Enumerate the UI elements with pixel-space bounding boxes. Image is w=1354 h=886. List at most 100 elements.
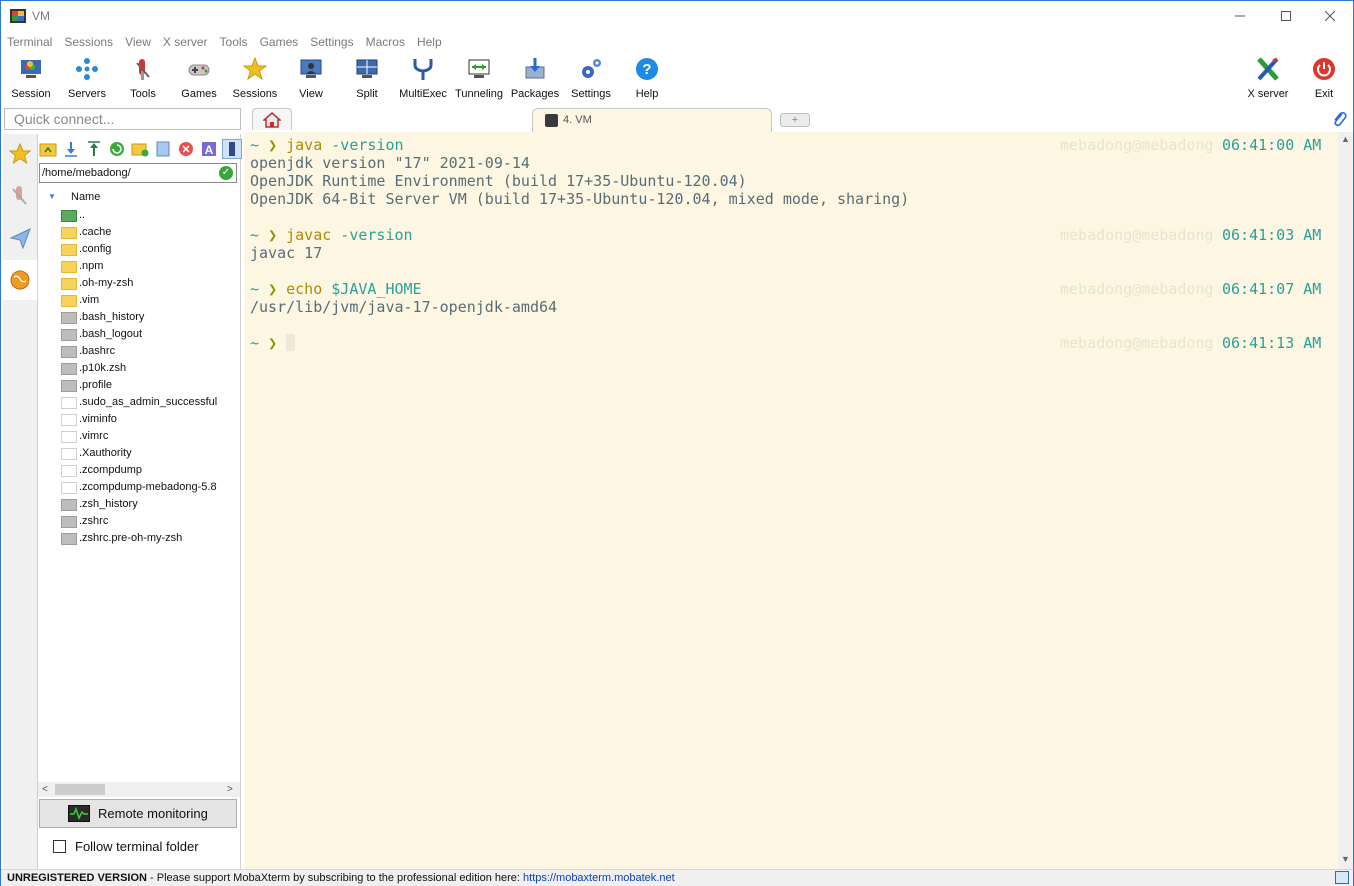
file-row[interactable]: .cache (38, 225, 240, 242)
quick-connect-input[interactable]: Quick connect... (4, 108, 241, 130)
menu-sessions[interactable]: Sessions (58, 32, 119, 52)
file-row[interactable]: .viminfo (38, 412, 240, 429)
file-name: .oh-my-zsh (79, 277, 134, 289)
subscribe-link[interactable]: https://mobaxterm.mobatek.net (523, 872, 675, 884)
file-name: .cache (79, 226, 112, 238)
file-row[interactable]: .bashrc (38, 344, 240, 361)
file-row[interactable]: .zshrc (38, 514, 240, 531)
file-name: .zshrc.pre-oh-my-zsh (79, 532, 183, 544)
view-button[interactable]: View (283, 54, 339, 102)
parent-dir-icon (61, 210, 77, 222)
new-tab-button[interactable]: + (780, 113, 810, 127)
menu-x-server[interactable]: X server (157, 32, 214, 52)
tab-vm-label: 4. VM (563, 114, 592, 126)
file-row[interactable]: .zcompdump (38, 463, 240, 480)
minimize-button[interactable] (1217, 1, 1263, 31)
menu-games[interactable]: Games (254, 32, 305, 52)
paper-plane-icon (9, 228, 31, 249)
scroll-right-icon[interactable]: > (227, 782, 233, 797)
exit-label: Exit (1314, 88, 1334, 100)
multiexec-button[interactable]: MultiExec (395, 54, 451, 102)
name-column-header[interactable]: ▼ Name (38, 186, 240, 208)
file-list: .. .cache .config .npm .oh-my-zsh .vim .bash_h… (38, 208, 240, 548)
fullscreen-icon[interactable] (1335, 871, 1349, 884)
file-row[interactable]: .zsh_history (38, 497, 240, 514)
tools-sidetab[interactable] (3, 176, 37, 216)
unregistered-label: UNREGISTERED VERSION (7, 872, 147, 884)
sftp-sidetab[interactable] (3, 260, 37, 300)
monitor-icon (18, 56, 44, 82)
tab-vm-session[interactable]: 4. VM (532, 108, 772, 132)
maximize-button[interactable] (1263, 1, 1309, 31)
follow-folder-checkbox[interactable] (53, 839, 66, 853)
refresh-icon[interactable] (107, 139, 127, 159)
file-name: .viminfo (79, 413, 117, 425)
split-button[interactable]: Split (339, 54, 395, 102)
horizontal-scrollbar[interactable]: < > (38, 782, 240, 797)
file-row[interactable]: .zcompdump-mebadong-5.8 (38, 480, 240, 497)
file-row[interactable]: .profile (38, 378, 240, 395)
games-button[interactable]: Games (171, 54, 227, 102)
scroll-up-icon[interactable]: ▲ (1341, 134, 1350, 144)
rename-icon[interactable]: A (199, 139, 219, 159)
file-row[interactable]: .bash_history (38, 310, 240, 327)
file-row[interactable]: .vim (38, 293, 240, 310)
download-icon[interactable] (61, 139, 81, 159)
scroll-down-icon[interactable]: ▼ (1341, 854, 1350, 864)
file-row[interactable]: .zshrc.pre-oh-my-zsh (38, 531, 240, 548)
exit-button[interactable]: Exit (1296, 54, 1352, 102)
prompt-arrow-icon: ❯ (268, 226, 278, 244)
macros-sidetab[interactable] (3, 218, 37, 258)
parent-folder-icon[interactable] (38, 139, 58, 159)
servers-button[interactable]: Servers (59, 54, 115, 102)
delete-icon[interactable] (176, 139, 196, 159)
paperclip-icon[interactable] (1331, 110, 1347, 133)
scrollbar-thumb[interactable] (55, 784, 105, 795)
checkmark-icon[interactable]: ✓ (219, 166, 233, 180)
menu-terminal[interactable]: Terminal (1, 32, 58, 52)
file-row[interactable]: .. (38, 208, 240, 225)
tools-button[interactable]: Tools (115, 54, 171, 102)
menu-view[interactable]: View (119, 32, 157, 52)
terminal-pane[interactable]: ~ ❯ java -version mebadong@mebadong 06:41:… (244, 132, 1338, 869)
file-row[interactable]: .Xauthority (38, 446, 240, 463)
tunneling-button[interactable]: Tunneling (451, 54, 507, 102)
file-row[interactable]: .config (38, 242, 240, 259)
sftp-path-input[interactable]: /home/mebadong/ ✓ (39, 163, 237, 183)
file-row[interactable]: .npm (38, 259, 240, 276)
command-args: $JAVA_HOME (322, 280, 422, 298)
sessions-button[interactable]: Sessions (227, 54, 283, 102)
prompt-timestamp: 06:41:13 AM (1222, 334, 1322, 352)
session-button[interactable]: Session (3, 54, 59, 102)
file-row[interactable]: .p10k.zsh (38, 361, 240, 378)
file-icon (61, 499, 77, 511)
menu-tools[interactable]: Tools (214, 32, 254, 52)
file-row[interactable]: .sudo_as_admin_successful (38, 395, 240, 412)
x-server-button[interactable]: X server (1240, 54, 1296, 102)
file-row[interactable]: .oh-my-zsh (38, 276, 240, 293)
scroll-left-icon[interactable]: < (42, 782, 48, 797)
new-folder-icon[interactable] (130, 139, 150, 159)
new-file-icon[interactable] (153, 139, 173, 159)
servers-icon (74, 56, 100, 82)
menu-macros[interactable]: Macros (360, 32, 411, 52)
upload-icon[interactable] (84, 139, 104, 159)
prompt-user-host: mebadong@mebadong (1060, 136, 1214, 154)
remote-monitoring-button[interactable]: Remote monitoring (39, 799, 237, 828)
follow-terminal-folder-option[interactable]: Follow terminal folder (53, 837, 199, 855)
home-tab[interactable] (252, 108, 292, 130)
terminal-follow-icon[interactable] (222, 139, 242, 159)
settings-button[interactable]: Settings (563, 54, 619, 102)
file-row[interactable]: .vimrc (38, 429, 240, 446)
terminal-vertical-scrollbar[interactable]: ▲ ▼ (1338, 132, 1353, 869)
menu-help[interactable]: Help (411, 32, 448, 52)
file-icon (61, 363, 77, 375)
close-button[interactable] (1307, 1, 1353, 31)
file-row[interactable]: .bash_logout (38, 327, 240, 344)
prompt-line: ~ ❯ echo $JAVA_HOME (250, 280, 422, 298)
menu-settings[interactable]: Settings (304, 32, 359, 52)
sessions-sidetab[interactable] (3, 134, 37, 174)
packages-button[interactable]: Packages (507, 54, 563, 102)
side-tab-strip (3, 134, 38, 869)
help-button[interactable]: ? Help (619, 54, 675, 102)
